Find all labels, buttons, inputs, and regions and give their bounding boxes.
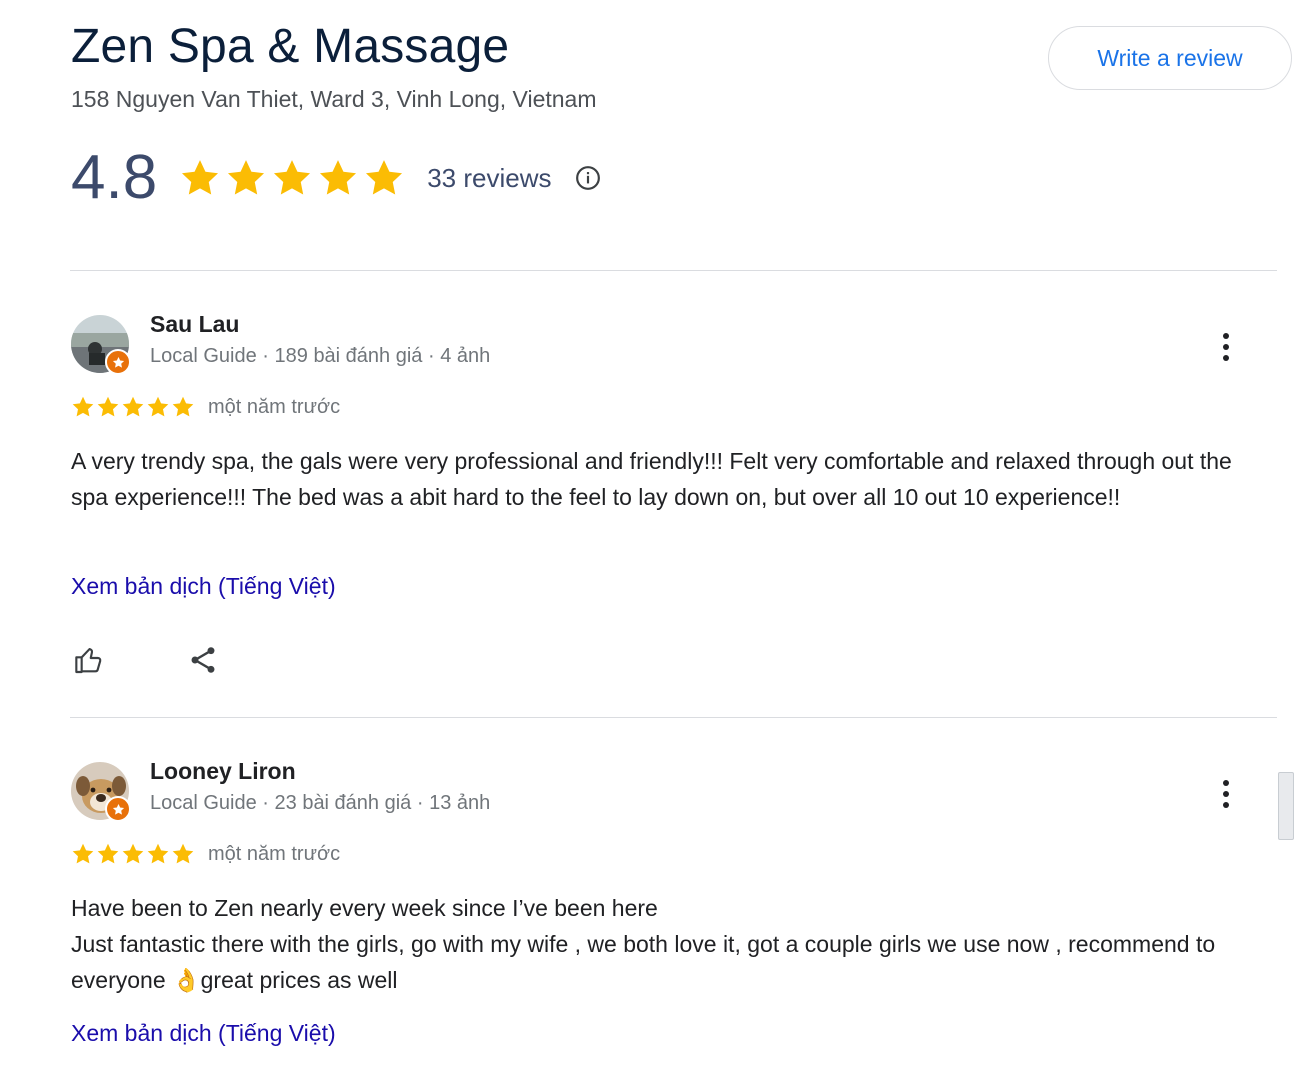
review-text: A very trendy spa, the gals were very pr… (71, 448, 1232, 510)
translate-link[interactable]: Xem bản dịch (Tiếng Việt) (71, 1020, 336, 1047)
write-review-button[interactable]: Write a review (1048, 26, 1292, 90)
star-icon (146, 395, 170, 419)
star-icon (179, 157, 221, 199)
star-icon (96, 842, 120, 866)
divider (70, 717, 1277, 718)
star-icon (96, 395, 120, 419)
local-guide-badge-icon (105, 349, 131, 375)
info-icon[interactable] (575, 165, 601, 191)
review-rating: một năm trước (71, 842, 340, 866)
star-icon (317, 157, 359, 199)
more-options-icon[interactable] (1208, 774, 1244, 814)
business-header: Zen Spa & Massage 158 Nguyen Van Thiet, … (71, 18, 1292, 113)
review-actions (71, 642, 221, 678)
divider (70, 270, 1277, 271)
reviewer-meta: Local Guide · 23 bài đánh giá · 13 ảnh (150, 792, 491, 814)
share-icon[interactable] (185, 642, 221, 678)
star-icon (121, 842, 145, 866)
review-date: một năm trước (208, 395, 341, 418)
star-icon (121, 395, 145, 419)
avatar[interactable] (71, 315, 131, 375)
star-icon (71, 842, 95, 866)
star-icon (71, 395, 95, 419)
star-icon (271, 157, 313, 199)
average-rating: 4.8 (71, 143, 158, 212)
reviewer-meta: Local Guide · 189 bài đánh giá · 4 ảnh (150, 345, 491, 367)
more-options-icon[interactable] (1208, 327, 1244, 367)
scrollbar-thumb[interactable] (1278, 772, 1294, 840)
star-icon (225, 157, 267, 199)
reviewer-name[interactable]: Looney Liron (150, 758, 296, 785)
review-count[interactable]: 33 reviews (427, 163, 551, 194)
business-address: 158 Nguyen Van Thiet, Ward 3, Vinh Long,… (71, 86, 597, 112)
star-icon (146, 842, 170, 866)
star-icon (171, 842, 195, 866)
local-guide-badge-icon (105, 796, 131, 822)
thumbs-up-icon[interactable] (71, 642, 107, 678)
star-icon (171, 395, 195, 419)
star-icon (363, 157, 405, 199)
review-rating: một năm trước (71, 395, 340, 419)
translate-link[interactable]: Xem bản dịch (Tiếng Việt) (71, 573, 336, 600)
rating-stars (179, 157, 405, 199)
rating-summary: 4.8 33 reviews (71, 143, 601, 213)
avatar[interactable] (71, 762, 131, 822)
reviewer-name[interactable]: Sau Lau (150, 311, 239, 338)
review-text: Have been to Zen nearly every week since… (71, 895, 1216, 993)
review-date: một năm trước (208, 842, 341, 865)
